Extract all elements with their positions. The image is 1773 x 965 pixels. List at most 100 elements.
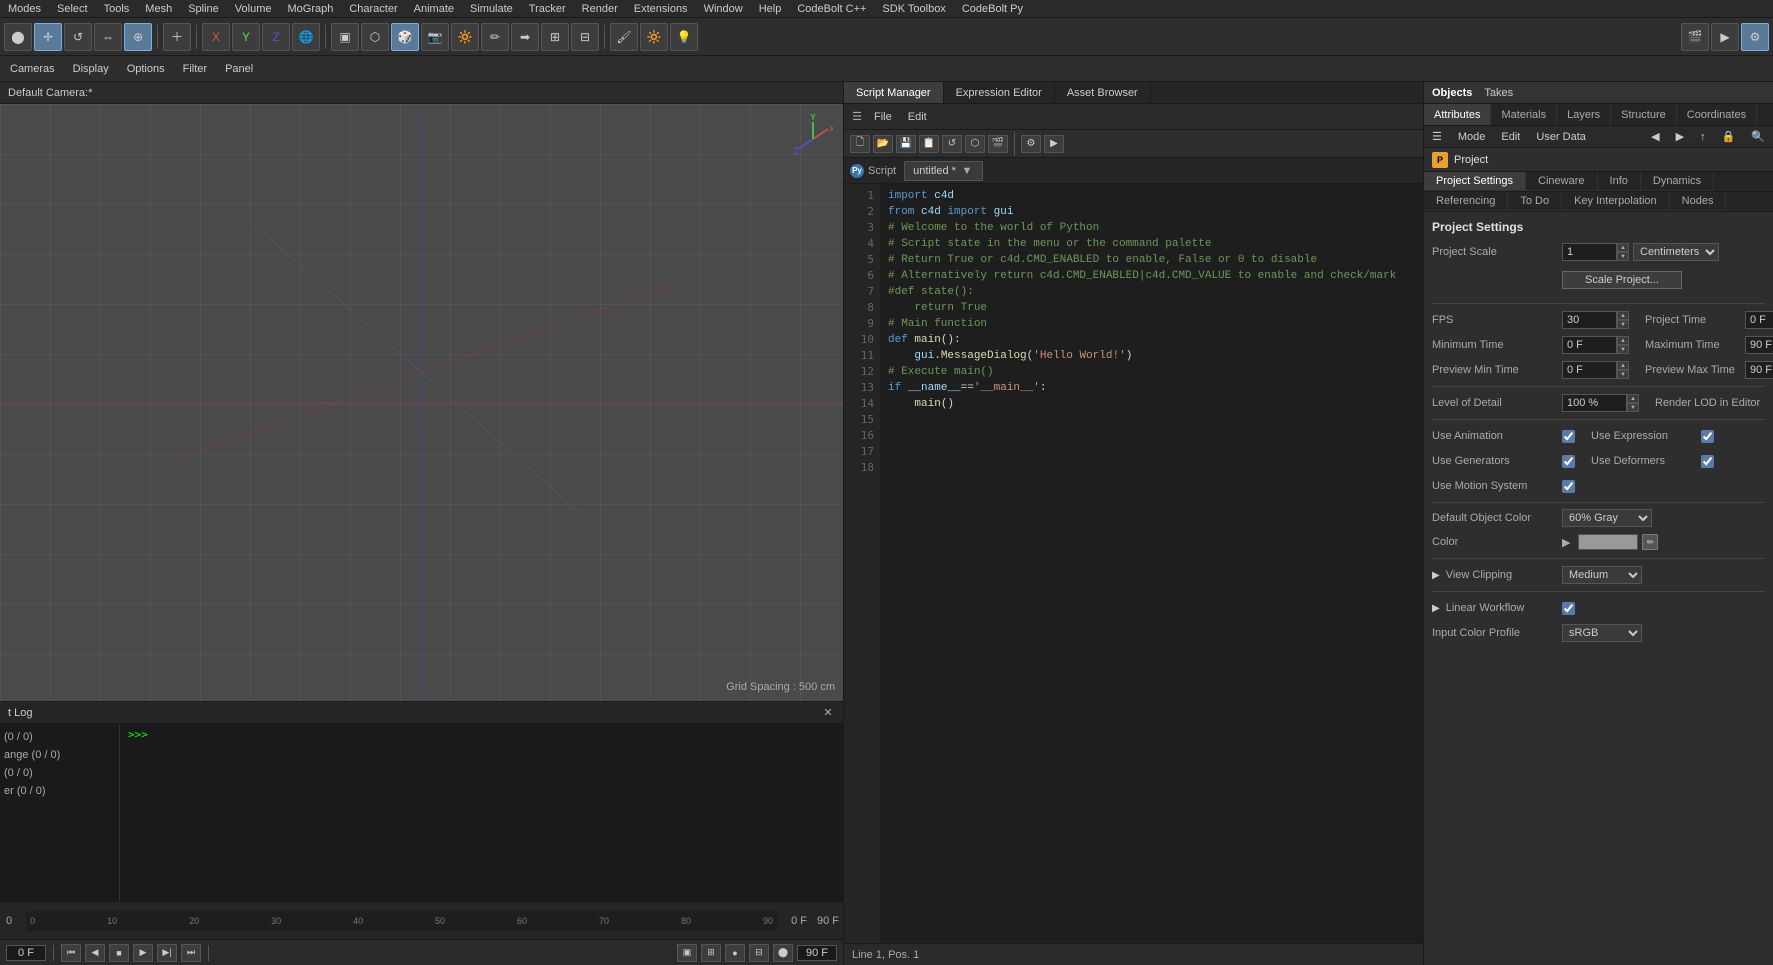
viewport-3d-btn[interactable]: 🎲 [391, 23, 419, 51]
use-deformers-checkbox[interactable] [1701, 455, 1714, 468]
default-obj-color-select[interactable]: 60% Gray Custom [1562, 509, 1652, 527]
menu-help[interactable]: Help [755, 3, 786, 15]
color-swatch[interactable] [1578, 534, 1638, 550]
attr-user-data-menu[interactable]: User Data [1532, 131, 1590, 143]
objects-tab[interactable]: Objects [1432, 87, 1472, 99]
subtab-nodes[interactable]: Nodes [1670, 192, 1727, 211]
script-run-btn[interactable]: ▶ [1044, 135, 1064, 153]
preview-min-input[interactable] [1562, 361, 1617, 379]
attr-hamburger-btn[interactable]: ☰ [1428, 130, 1446, 143]
snap-btn[interactable]: 🔆 [640, 23, 668, 51]
menu-extensions[interactable]: Extensions [630, 3, 692, 15]
subtab-cineware[interactable]: Cineware [1526, 172, 1597, 191]
fps-input[interactable] [1562, 311, 1617, 329]
project-time-input[interactable] [1745, 311, 1773, 329]
transport-prev-btn[interactable]: ◀ [85, 944, 105, 962]
console-close-btn[interactable]: ✕ [821, 706, 835, 720]
viewport-perspective-btn[interactable]: ⬡ [361, 23, 389, 51]
attr-lock-btn[interactable]: 🔒 [1718, 130, 1740, 143]
attr-tab-attributes[interactable]: Attributes [1424, 104, 1491, 125]
preview-min-up[interactable]: ▲ [1617, 361, 1629, 370]
min-time-up[interactable]: ▲ [1617, 336, 1629, 345]
toolbar-options[interactable]: Options [121, 61, 171, 77]
mode-transform-btn[interactable]: ⊕ [124, 23, 152, 51]
color-picker-btn[interactable]: ✏ [1642, 534, 1658, 550]
toolbar-display[interactable]: Display [67, 61, 115, 77]
menu-volume[interactable]: Volume [231, 3, 276, 15]
transport-end-btn[interactable]: ⏭ [181, 944, 201, 962]
menu-simulate[interactable]: Simulate [466, 3, 517, 15]
preview-min-down[interactable]: ▼ [1617, 370, 1629, 379]
viewport-cam-btn[interactable]: 📷 [421, 23, 449, 51]
viewport-move-btn[interactable]: ➡ [511, 23, 539, 51]
code-content[interactable]: import c4d from c4d import gui # Welcome… [880, 184, 1423, 943]
menu-modes[interactable]: Modes [4, 3, 45, 15]
viewport-canvas[interactable]: X Y Z Grid Spacing : [0, 104, 843, 701]
menu-select[interactable]: Select [53, 3, 92, 15]
transport-icon-1[interactable]: ▣ [677, 944, 697, 962]
attr-back-btn[interactable]: ◀ [1647, 130, 1663, 143]
script-save-as-btn[interactable]: 📋 [919, 135, 939, 153]
transport-icon-4[interactable]: ⊟ [749, 944, 769, 962]
input-color-profile-select[interactable]: sRGB Linear [1562, 624, 1642, 642]
fps-up[interactable]: ▲ [1617, 311, 1629, 320]
script-open-btn[interactable]: 📂 [873, 135, 893, 153]
attr-tab-coordinates[interactable]: Coordinates [1677, 104, 1757, 125]
lod-input[interactable] [1562, 394, 1627, 412]
subtab-referencing[interactable]: Referencing [1424, 192, 1508, 211]
tab-script-manager[interactable]: Script Manager [844, 82, 944, 103]
preview-max-input[interactable] [1745, 361, 1773, 379]
project-scale-up[interactable]: ▲ [1617, 243, 1629, 252]
script-hamburger-btn[interactable]: ☰ [850, 110, 864, 124]
script-icon-6[interactable]: 🎬 [988, 135, 1008, 153]
project-scale-unit-select[interactable]: Centimeters Meters Millimeters [1633, 243, 1719, 261]
mode-object-btn[interactable]: ⬤ [4, 23, 32, 51]
render-settings-btn[interactable]: ⚙ [1741, 23, 1769, 51]
script-save-btn[interactable]: 💾 [896, 135, 916, 153]
menu-codebolt-cpp[interactable]: CodeBolt C++ [793, 3, 870, 15]
script-tab-untitled[interactable]: untitled * ▼ [904, 161, 983, 181]
attr-edit-menu[interactable]: Edit [1497, 131, 1524, 143]
mode-rotate-btn[interactable]: ↺ [64, 23, 92, 51]
menu-animate[interactable]: Animate [410, 3, 458, 15]
render-play-btn[interactable]: ▶ [1711, 23, 1739, 51]
transport-play-btn[interactable]: ▶ [133, 944, 153, 962]
menu-mograph[interactable]: MoGraph [283, 3, 337, 15]
lod-down[interactable]: ▼ [1627, 403, 1639, 412]
menu-spline[interactable]: Spline [184, 3, 223, 15]
transport-icon-2[interactable]: ⊞ [701, 944, 721, 962]
toolbar-cameras[interactable]: Cameras [4, 61, 61, 77]
subtab-info[interactable]: Info [1598, 172, 1641, 191]
menu-window[interactable]: Window [700, 3, 747, 15]
magnet-btn[interactable]: 💡 [670, 23, 698, 51]
attr-up-btn[interactable]: ↑ [1696, 131, 1710, 143]
color-expand-arrow[interactable]: ▶ [1562, 536, 1570, 549]
transport-back-btn[interactable]: ⏮ [61, 944, 81, 962]
viewport-render-btn[interactable]: 🔆 [451, 23, 479, 51]
min-time-input[interactable] [1562, 336, 1617, 354]
script-edit-menu[interactable]: Edit [902, 111, 933, 123]
subtab-todo[interactable]: To Do [1508, 192, 1562, 211]
use-generators-checkbox[interactable] [1562, 455, 1575, 468]
project-scale-down[interactable]: ▼ [1617, 252, 1629, 261]
axis-x-btn[interactable]: X [202, 23, 230, 51]
script-file-menu[interactable]: File [868, 111, 898, 123]
view-clipping-select[interactable]: Medium Small Large [1562, 566, 1642, 584]
script-icon-5[interactable]: ⬡ [965, 135, 985, 153]
menu-character[interactable]: Character [345, 3, 401, 15]
attr-tab-materials[interactable]: Materials [1491, 104, 1557, 125]
linear-workflow-checkbox[interactable] [1562, 602, 1575, 615]
code-editor[interactable]: 12345 678910 1112131415 161718 import c4… [844, 184, 1423, 943]
tab-asset-browser[interactable]: Asset Browser [1055, 82, 1151, 103]
viewport-frame-btn[interactable]: ▣ [331, 23, 359, 51]
toolbar-panel[interactable]: Panel [219, 61, 259, 77]
script-tab-close[interactable]: ▼ [960, 164, 974, 178]
view-clipping-expand[interactable]: ▶ [1432, 570, 1440, 581]
menu-render[interactable]: Render [578, 3, 622, 15]
transport-icon-5[interactable]: ⬤ [773, 944, 793, 962]
menu-tools[interactable]: Tools [100, 3, 134, 15]
menu-mesh[interactable]: Mesh [141, 3, 176, 15]
script-settings-btn[interactable]: ⚙ [1021, 135, 1041, 153]
script-revert-btn[interactable]: ↺ [942, 135, 962, 153]
use-expression-checkbox[interactable] [1701, 430, 1714, 443]
